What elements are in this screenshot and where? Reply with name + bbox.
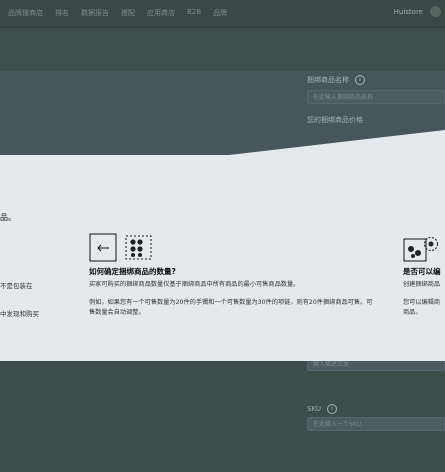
description-placeholder: 输入描述文本 — [313, 361, 350, 368]
info-icon[interactable]: i — [355, 75, 365, 85]
sku-input[interactable]: 在此输入一个SKU — [307, 417, 445, 431]
left-card-fragment-2: 中发现和购买 — [0, 310, 39, 318]
nav-item-match[interactable]: 搭配 — [121, 8, 135, 18]
top-navigation-bar: 品牌搜商店 排名 数据报告 搭配 应用商店 B2B 品牌 Huistore — [0, 0, 445, 28]
bundle-quantity-desc-2: 例如，如果您有一个可售数量为20件的手镯和一个可售数量为30件的项链，则有20件… — [89, 299, 373, 316]
bundle-name-label: 捆绑商品名称 i — [307, 75, 365, 85]
onboarding-banner — [0, 155, 445, 361]
nav-item-brand[interactable]: 品牌 — [213, 8, 227, 18]
bundle-price-label: 您的捆绑商品价格 — [307, 116, 363, 124]
nav-item-data-report[interactable]: 数据报告 — [81, 8, 109, 18]
bundle-edit-desc-3: 商品。 — [403, 309, 422, 316]
sku-placeholder: 在此输入一个SKU — [313, 421, 361, 428]
nav-item-ranking[interactable]: 排名 — [55, 8, 69, 18]
bundle-name-placeholder: 在此输入捆绑商品名称 — [313, 94, 374, 101]
bundle-quantity-illustration-icon — [89, 233, 152, 262]
bundle-quantity-desc-1: 买家可购买的捆绑商品数量仅基于捆绑商品中所有商品的最小可售商品数量。 — [89, 281, 300, 288]
bundle-name-input[interactable]: 在此输入捆绑商品名称 — [307, 90, 445, 104]
left-card-fragment-1: 不是包装在 — [0, 282, 33, 290]
banner-notch — [212, 130, 445, 157]
store-name: Huistore — [393, 8, 423, 16]
avatar[interactable] — [430, 6, 441, 17]
sku-label: SKU i — [307, 404, 337, 414]
nav-item-brand-store[interactable]: 品牌搜商店 — [8, 8, 43, 18]
info-icon[interactable]: i — [326, 404, 337, 414]
nav-menu: 品牌搜商店 排名 数据报告 搭配 应用商店 B2B 品牌 — [0, 8, 227, 18]
bundle-edit-desc-2: 您可以编辑商 — [403, 299, 441, 306]
banner-title-fragment: 品。 — [0, 213, 16, 222]
nav-item-app-store[interactable]: 应用商店 — [147, 8, 175, 18]
bundle-edit-title: 是否可以编 — [403, 267, 441, 276]
bundle-edit-desc-1: 创建捆绑商品 — [403, 281, 441, 288]
bundle-edit-illustration-icon — [403, 237, 438, 262]
bundle-quantity-title: 如何确定捆绑商品的数量? — [89, 267, 176, 276]
nav-item-b2b[interactable]: B2B — [187, 8, 201, 18]
